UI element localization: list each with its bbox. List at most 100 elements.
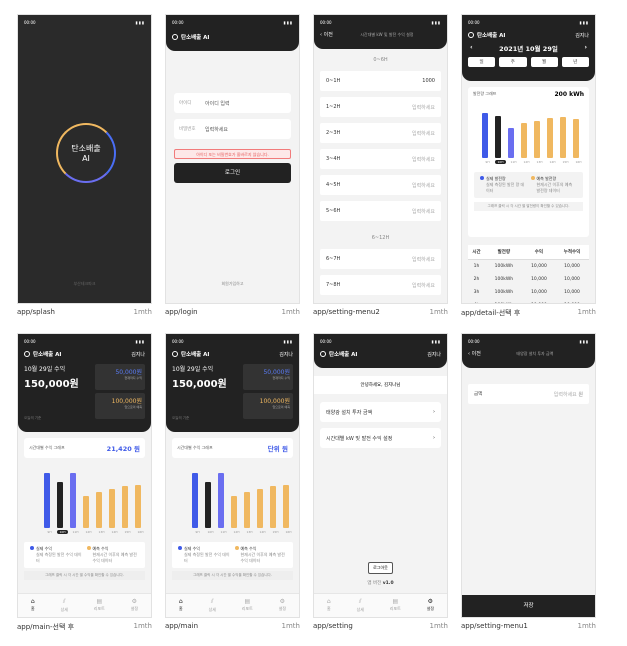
chart-bar[interactable] <box>244 492 250 528</box>
chart-bar[interactable] <box>283 484 289 528</box>
back-button[interactable]: ‹ 이전 <box>468 350 481 357</box>
menu-investment-label: 태양광 설치 투자 금액 <box>326 409 373 416</box>
password-field[interactable]: 비밀번호 입력하세요 <box>174 119 291 139</box>
hour-row[interactable]: 0~1H 1000 <box>320 71 441 91</box>
chart-bar[interactable] <box>70 472 76 528</box>
hour-row[interactable]: 1~2H 입력하세요 <box>320 97 441 117</box>
tab-2[interactable]: ▤ 리포트 <box>94 598 105 613</box>
chart-bar[interactable] <box>573 119 579 158</box>
chart-bar[interactable] <box>44 472 50 528</box>
hour-row[interactable]: 3~4H 입력하세요 <box>320 149 441 169</box>
x-tick-label: 10H <box>57 530 68 534</box>
tab-2[interactable]: ▤ 리포트 <box>390 598 401 613</box>
hour-row[interactable]: 6~7H 입력하세요 <box>320 249 441 269</box>
id-field[interactable]: 아이디 아이디 입력 <box>174 93 291 113</box>
income-date: 10월 29일 수익 <box>172 366 214 373</box>
user-name: 김지나 <box>427 351 441 358</box>
menu-hourly-setting[interactable]: 시간대별 kW 및 발전 수익 설정 › <box>320 428 441 448</box>
tab-0[interactable]: ⌂ 홈 <box>179 598 183 613</box>
table-row[interactable]: 3h 100kWh 10,000 10,000 <box>468 286 589 299</box>
tab-0[interactable]: ⌂ 홈 <box>327 598 331 613</box>
legend-forecast: 예측 수익 <box>240 546 257 551</box>
bar-chart[interactable] <box>482 108 583 158</box>
period-tab[interactable]: 년 <box>561 57 589 67</box>
chart-bar[interactable] <box>257 488 263 528</box>
splash-footer: 부산테크파크 <box>73 281 96 286</box>
table-row[interactable]: 2h 100kWh 10,000 10,000 <box>468 273 589 286</box>
period-tab[interactable]: 주 <box>499 57 527 67</box>
hour-label: 4~5H <box>326 182 341 188</box>
save-button[interactable]: 저장 <box>462 595 595 617</box>
tab-3[interactable]: ⚙ 설정 <box>279 598 286 613</box>
chart-bar[interactable] <box>482 113 488 158</box>
status-icons: ▮▮▮ <box>283 338 293 344</box>
prev-date-icon[interactable]: ‹ <box>470 43 473 53</box>
x-tick-label: 12H <box>233 530 240 534</box>
chart-bar[interactable] <box>508 128 514 158</box>
period-tab[interactable]: 일 <box>468 57 496 67</box>
chart-bar[interactable] <box>57 481 63 528</box>
income-amount: 150,000원 <box>24 379 79 390</box>
splash-subtitle: AI <box>82 154 90 163</box>
income-chart[interactable] <box>44 470 145 528</box>
back-button[interactable]: ‹ 이전 <box>320 31 333 38</box>
tab-1[interactable]: ⫽ 상세 <box>357 598 364 613</box>
tab-1[interactable]: ⫽ 상세 <box>61 598 68 613</box>
table-cell: 10,000 <box>564 290 580 295</box>
period-tab[interactable]: 월 <box>530 57 558 67</box>
chart-bar[interactable] <box>122 486 128 528</box>
chart-bar[interactable] <box>192 472 198 528</box>
version-value: v1.0 <box>382 581 394 586</box>
legend-forecast-sub: 현재시간 이후의 예측 발전 수익 데이터 <box>92 552 137 563</box>
tab-3[interactable]: ⚙ 설정 <box>427 598 434 613</box>
amount-field[interactable]: 금액 입력하세요 원 <box>468 384 589 404</box>
chart-bar[interactable] <box>547 118 553 158</box>
chart-bar[interactable] <box>231 496 237 528</box>
splash-title: 탄소배출 <box>71 144 101 153</box>
report-icon: ▤ <box>244 598 251 605</box>
chart-bar[interactable] <box>96 492 102 528</box>
chart-bar[interactable] <box>270 486 276 528</box>
table-row[interactable]: 1h 100kWh 10,000 10,000 <box>468 260 589 274</box>
chart-bar[interactable] <box>560 117 566 158</box>
chart-bar[interactable] <box>83 496 89 528</box>
chart-bar[interactable] <box>534 120 540 158</box>
hour-row[interactable]: 5~6H 입력하세요 <box>320 201 441 221</box>
user-name: 김지나 <box>575 32 589 39</box>
hour-row[interactable]: 2~3H 입력하세요 <box>320 123 441 143</box>
login-button[interactable]: 로그인 <box>174 163 291 183</box>
hour-row[interactable]: 7~8H 입력하세요 <box>320 275 441 295</box>
hour-value: 입력하세요 <box>411 182 435 189</box>
logout-button[interactable]: 로그아웃 <box>368 562 393 574</box>
next-date-icon[interactable]: › <box>584 43 587 53</box>
caption-time: 1mth <box>577 308 596 316</box>
table-cell: 10,000 <box>555 299 589 303</box>
signup-link[interactable]: 회원가입하고 <box>166 281 299 287</box>
tab-1[interactable]: ⫽ 상세 <box>209 598 216 613</box>
x-tick-label: 16H <box>137 530 144 534</box>
table-row[interactable]: 4h100kWh10,00010,000 <box>468 299 589 303</box>
table-cell: 10,000 <box>531 290 547 295</box>
section-label: 0~6H <box>373 57 388 63</box>
chart-note: 그래프 클릭 시 각 시간 별 수익을 확인할 수 있습니다. <box>24 571 145 580</box>
chart-bar[interactable] <box>495 115 501 158</box>
x-tick-label: 13H <box>246 530 253 534</box>
chart-bar[interactable] <box>205 481 211 528</box>
hour-row[interactable]: 4~5H 입력하세요 <box>320 175 441 195</box>
hour-label: 6~7H <box>326 256 341 262</box>
chart-bar[interactable] <box>109 488 115 528</box>
chart-bar[interactable] <box>521 123 527 158</box>
legend-forecast-sub: 현재시간 이후의 예측 발전 수익 데이터 <box>240 552 285 563</box>
current-income: 50,000원 <box>115 369 142 376</box>
chart-bar[interactable] <box>135 484 141 528</box>
hour-label: 3~4H <box>326 156 341 162</box>
tab-2[interactable]: ▤ 리포트 <box>242 598 253 613</box>
caption-time: 1mth <box>133 622 152 630</box>
x-tick-label: 15H <box>272 530 279 534</box>
menu-investment[interactable]: 태양광 설치 투자 금액 › <box>320 402 441 422</box>
chart-bar[interactable] <box>218 472 224 528</box>
forecast-dot <box>234 546 239 550</box>
income-chart[interactable] <box>192 470 293 528</box>
tab-0[interactable]: ⌂ 홈 <box>31 598 35 613</box>
tab-3[interactable]: ⚙ 설정 <box>131 598 138 613</box>
